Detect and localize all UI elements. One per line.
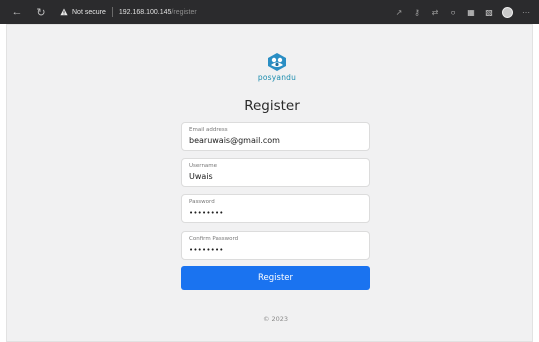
translate-icon[interactable]: ⇄ (430, 7, 440, 17)
email-field[interactable]: Email address bearuwais@gmail.com (181, 122, 370, 151)
profile-avatar[interactable] (502, 6, 513, 18)
password-label: Password (189, 199, 215, 205)
address-bar[interactable]: Not secure 192.168.100.145/register (60, 3, 197, 21)
reload-icon[interactable]: ↻ (32, 3, 50, 21)
tab-sharing-icon[interactable]: ↗ (394, 7, 404, 17)
confirm-password-value[interactable]: •••••••• (189, 246, 224, 254)
browser-toolbar: ← ↻ Not secure 192.168.100.145/register … (0, 0, 539, 24)
password-value[interactable]: •••••••• (189, 209, 224, 217)
username-value[interactable]: Uwais (189, 172, 213, 181)
menu-icon[interactable]: ⋯ (521, 7, 531, 17)
username-field[interactable]: Username Uwais (181, 158, 370, 187)
posyandu-logo-icon (268, 53, 286, 71)
security-label[interactable]: Not secure (72, 9, 106, 16)
footer-copyright: © 2023 (262, 315, 289, 323)
username-label: Username (189, 163, 218, 169)
warning-icon (60, 8, 68, 16)
extension-icon-1[interactable]: ○ (448, 7, 458, 17)
brand-name: posyandu (257, 73, 297, 82)
address-divider (111, 7, 113, 17)
register-button[interactable]: Register (181, 266, 370, 290)
url-host: 192.168.100.145 (118, 8, 172, 16)
puzzle-icon[interactable]: ▧ (484, 7, 494, 17)
email-value[interactable]: bearuwais@gmail.com (189, 136, 280, 145)
password-field[interactable]: Password •••••••• (181, 194, 370, 223)
url-path: /register (171, 8, 197, 16)
key-icon[interactable]: ⚷ (412, 7, 422, 17)
extension-icon-2[interactable]: ▦ (466, 7, 476, 17)
posyandu-logo: posyandu (253, 52, 301, 86)
email-label: Email address (189, 127, 228, 133)
confirm-password-field[interactable]: Confirm Password •••••••• (181, 231, 370, 260)
page-title: Register (244, 98, 300, 114)
page-viewport: posyandu Register Email address bearuwai… (6, 24, 533, 342)
back-icon[interactable]: ← (8, 3, 26, 21)
confirm-password-label: Confirm Password (189, 236, 239, 242)
